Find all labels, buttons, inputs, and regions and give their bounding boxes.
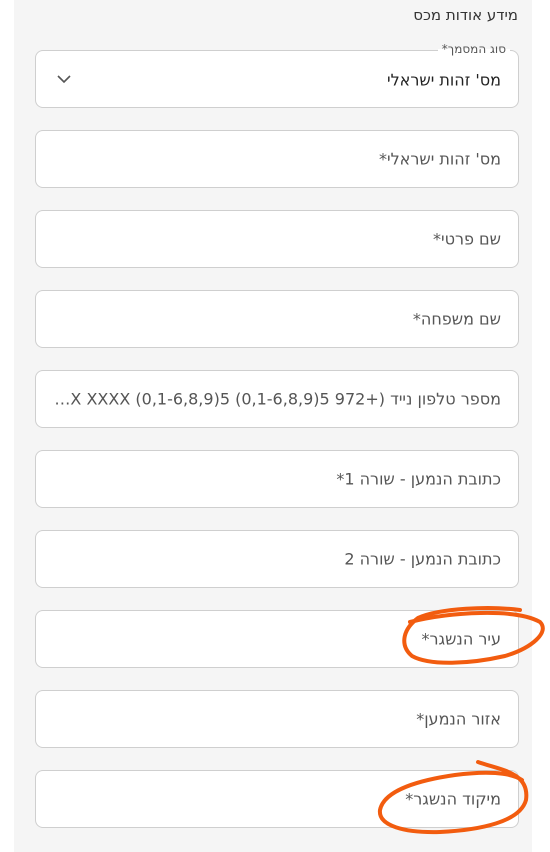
- last-name-placeholder: שם משפחה*: [412, 309, 501, 329]
- region-field[interactable]: אזור הנמען*: [35, 690, 519, 748]
- address-line2-field[interactable]: כתובת הנמען - שורה 2: [35, 530, 519, 588]
- mobile-phone-field[interactable]: מספר טלפון נייד (+972 5(0,1-6,8,9) XXX X…: [35, 370, 519, 428]
- israeli-id-placeholder: מס' זהות ישראלי*: [379, 149, 501, 169]
- document-type-select[interactable]: סוג המסמך* מס' זהות ישראלי: [35, 42, 519, 108]
- first-name-placeholder: שם פרטי*: [432, 229, 501, 249]
- first-name-field[interactable]: שם פרטי*: [35, 210, 519, 268]
- mobile-phone-placeholder: מספר טלפון נייד (+972 5(0,1-6,8,9) XXX X…: [46, 389, 501, 409]
- document-type-label: סוג המסמך*: [437, 42, 510, 56]
- address-line2-placeholder: כתובת הנמען - שורה 2: [344, 549, 501, 569]
- postal-code-placeholder: מיקוד הנשגר*: [405, 789, 501, 809]
- postal-code-field[interactable]: מיקוד הנשגר*: [35, 770, 519, 828]
- document-type-value: מס' זהות ישראלי: [387, 70, 501, 90]
- chevron-down-icon[interactable]: [56, 71, 72, 87]
- city-placeholder: עיר הנשגר*: [421, 629, 501, 649]
- city-field[interactable]: עיר הנשגר*: [35, 610, 519, 668]
- section-title: מידע אודות מכס: [413, 6, 518, 24]
- region-placeholder: אזור הנמען*: [416, 709, 501, 729]
- address-line1-placeholder: כתובת הנמען - שורה 1*: [336, 469, 501, 489]
- last-name-field[interactable]: שם משפחה*: [35, 290, 519, 348]
- address-line1-field[interactable]: כתובת הנמען - שורה 1*: [35, 450, 519, 508]
- israeli-id-field[interactable]: מס' זהות ישראלי*: [35, 130, 519, 188]
